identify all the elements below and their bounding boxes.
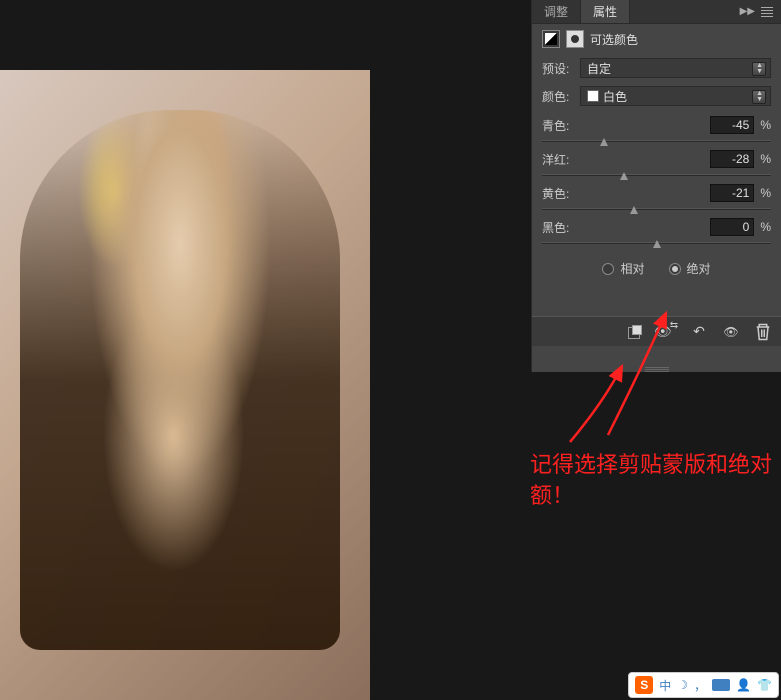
yellow-label: 黄色: bbox=[542, 185, 710, 202]
ime-skin-icon[interactable]: 👕 bbox=[757, 678, 772, 692]
color-swatch-icon bbox=[587, 90, 599, 102]
preset-label: 预设: bbox=[542, 60, 574, 77]
delete-button[interactable] bbox=[753, 322, 773, 342]
colors-dropdown[interactable]: 白色 ▲▼ bbox=[580, 86, 771, 106]
view-previous-button[interactable]: 👁⇆ bbox=[657, 322, 677, 342]
reset-button[interactable]: ↶ bbox=[689, 322, 709, 342]
magenta-slider[interactable] bbox=[542, 174, 771, 176]
panel-tabs: 调整 属性 ▶▶ bbox=[532, 0, 781, 24]
portrait-image bbox=[20, 110, 340, 650]
percent-label: % bbox=[760, 118, 771, 132]
yellow-thumb[interactable] bbox=[630, 206, 638, 214]
panel-resize-handle[interactable] bbox=[532, 362, 781, 372]
ime-lang-button[interactable]: 中 bbox=[659, 677, 671, 694]
annotation-text: 记得选择剪贴蒙版和绝对额！ bbox=[530, 450, 781, 512]
annotation-arrow-clipmask bbox=[560, 360, 660, 450]
preset-dropdown[interactable]: 自定 ▲▼ bbox=[580, 58, 771, 78]
colors-label: 颜色: bbox=[542, 88, 574, 105]
method-radios: 相对 绝对 bbox=[532, 246, 781, 287]
ime-moon-icon[interactable]: ☽ bbox=[677, 678, 688, 692]
cyan-thumb[interactable] bbox=[600, 138, 608, 146]
black-slider[interactable] bbox=[542, 242, 771, 244]
black-label: 黑色: bbox=[542, 219, 710, 236]
radio-relative[interactable]: 相对 bbox=[602, 260, 644, 277]
slider-black: 黑色: 0 % bbox=[532, 212, 781, 246]
yellow-slider[interactable] bbox=[542, 208, 771, 210]
selective-color-icon[interactable] bbox=[542, 30, 560, 48]
magenta-thumb[interactable] bbox=[620, 172, 628, 180]
ime-toolbar[interactable]: S 中 ☽ ， 👤 👕 bbox=[628, 672, 779, 698]
ime-punct-button[interactable]: ， bbox=[694, 677, 706, 694]
slider-yellow: 黄色: -21 % bbox=[532, 178, 781, 212]
yellow-value[interactable]: -21 bbox=[710, 184, 754, 202]
canvas-area[interactable] bbox=[0, 70, 370, 700]
cyan-label: 青色: bbox=[542, 117, 710, 134]
visibility-button[interactable]: 👁 bbox=[721, 322, 741, 342]
panel-menu-icon[interactable] bbox=[759, 5, 775, 19]
black-thumb[interactable] bbox=[653, 240, 661, 248]
radio-absolute[interactable]: 绝对 bbox=[669, 260, 711, 277]
tab-adjustments[interactable]: 调整 bbox=[532, 0, 581, 23]
magenta-value[interactable]: -28 bbox=[710, 150, 754, 168]
properties-panel: 调整 属性 ▶▶ 可选颜色 预设: 自定 ▲▼ 颜色: 白色 ▲▼ 青色: -4… bbox=[531, 0, 781, 372]
panel-title: 可选颜色 bbox=[590, 31, 638, 48]
panel-footer: 👁⇆ ↶ 👁 bbox=[532, 316, 781, 346]
collapse-icon[interactable]: ▶▶ bbox=[740, 6, 755, 17]
slider-cyan: 青色: -45 % bbox=[532, 110, 781, 144]
ime-logo-icon[interactable]: S bbox=[635, 676, 653, 694]
ime-person-icon[interactable]: 👤 bbox=[736, 678, 751, 692]
slider-magenta: 洋红: -28 % bbox=[532, 144, 781, 178]
panel-header: 可选颜色 bbox=[532, 24, 781, 54]
mask-icon[interactable] bbox=[566, 30, 584, 48]
cyan-slider[interactable] bbox=[542, 140, 771, 142]
cyan-value[interactable]: -45 bbox=[710, 116, 754, 134]
ime-keyboard-icon[interactable] bbox=[712, 679, 730, 691]
black-value[interactable]: 0 bbox=[710, 218, 754, 236]
tab-properties[interactable]: 属性 bbox=[581, 0, 630, 23]
magenta-label: 洋红: bbox=[542, 151, 710, 168]
clip-mask-button[interactable] bbox=[625, 322, 645, 342]
